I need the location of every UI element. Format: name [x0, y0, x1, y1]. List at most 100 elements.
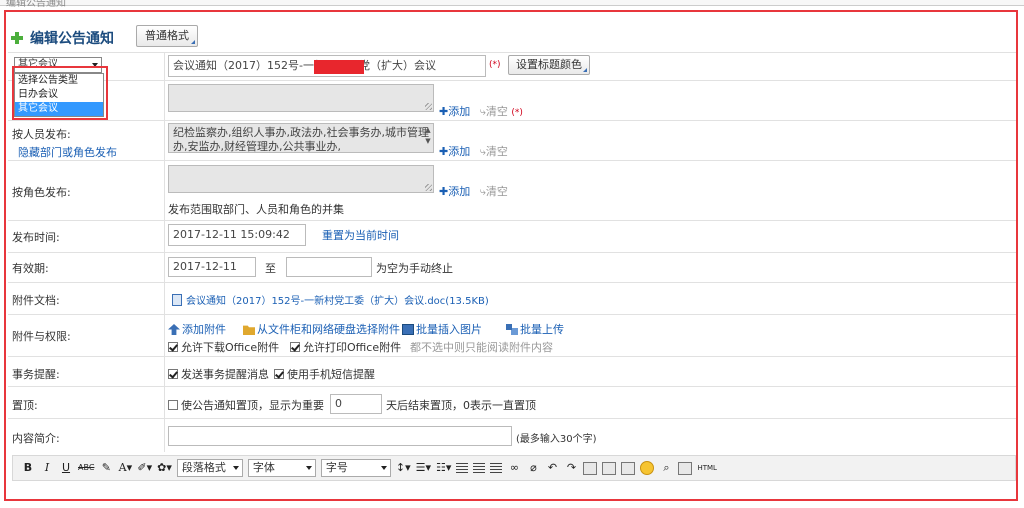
allow-download-checkbox[interactable]: 允许下载Office附件	[168, 339, 279, 355]
batch-upload-icon	[506, 324, 518, 335]
resize-grip[interactable]	[425, 103, 432, 110]
format-button[interactable]: 普通格式	[136, 25, 198, 47]
add-role-link[interactable]: ✚添加	[439, 185, 470, 198]
notice-type-select[interactable]: 其它会议	[14, 57, 102, 73]
title-text-tail: 党（扩大）会议	[358, 59, 436, 72]
bold-button[interactable]: B	[21, 458, 35, 478]
notice-type-value: 其它会议	[18, 59, 58, 70]
highlight-color-icon[interactable]: ✐▾	[137, 458, 152, 478]
hide-dept-role-link[interactable]: 隐藏部门或角色发布	[18, 144, 117, 160]
unlink-icon[interactable]: ⌀	[526, 458, 540, 478]
font-family-select[interactable]: 字体	[247, 459, 316, 477]
from-disk-button[interactable]: 从文件柜和网络硬盘选择附件	[243, 321, 400, 337]
redaction-mark	[314, 60, 364, 74]
top-crumb: 编辑公告通知	[6, 0, 66, 9]
checkbox-icon	[274, 369, 284, 379]
italic-button[interactable]: I	[40, 458, 54, 478]
to-label: 至	[265, 262, 276, 275]
undo-icon[interactable]: ↶	[545, 458, 559, 478]
checkbox-icon	[168, 400, 178, 410]
add-person-link[interactable]: ✚添加	[439, 145, 470, 158]
checkbox-icon	[168, 369, 178, 379]
editor-toolbar: B I U ABC ✎ A▾ ✐▾ ✿▾ 段落格式 字体 字号 ↕▾ ☰▾ ☷▾…	[12, 455, 1016, 481]
reminder-row	[8, 356, 1018, 386]
resize-grip[interactable]	[425, 184, 432, 191]
title-text: 会议通知（2017）152号-一新	[173, 59, 325, 72]
format-painter-icon[interactable]: ✿▾	[157, 458, 172, 478]
scroll-arrows-icon[interactable]: ▲ ▼	[424, 125, 432, 149]
word-doc-icon	[172, 294, 182, 306]
valid-period-row	[8, 252, 1018, 282]
notice-type-option[interactable]: 选择公告类型	[15, 74, 103, 88]
align-right-icon[interactable]	[490, 463, 503, 473]
summary-label: 内容简介:	[12, 432, 60, 445]
attachment-label: 附件文档:	[12, 294, 60, 307]
department-textarea[interactable]	[168, 84, 434, 112]
role-label: 按角色发布:	[12, 186, 71, 199]
valid-period-note: 为空为手动终止	[376, 262, 453, 275]
pin-days-input[interactable]: 0	[330, 394, 382, 414]
pin-checkbox[interactable]: 使公告通知置顶，显示为重要	[168, 397, 324, 413]
publish-time-input[interactable]: 2017-12-11 15:09:42	[168, 224, 306, 246]
summary-input[interactable]	[168, 426, 512, 446]
insert-media-icon[interactable]	[621, 461, 636, 475]
font-color-button[interactable]: A▾	[118, 458, 132, 478]
redo-icon[interactable]: ↷	[564, 458, 578, 478]
scope-note: 发布范围取部门、人员和角色的并集	[168, 203, 344, 216]
chevron-down-icon	[92, 63, 98, 67]
eraser-icon[interactable]: ✎	[99, 458, 113, 478]
attach-perm-label: 附件与权限:	[12, 330, 71, 343]
valid-period-label: 有效期:	[12, 262, 49, 275]
clear-department-link[interactable]: ⤷清空	[480, 105, 508, 118]
person-textarea[interactable]: 纪检监察办,组织人事办,政法办,社会事务办,城市管理办,安监办,财经管理办,公共…	[168, 123, 434, 153]
summary-note: (最多输入30个字)	[516, 434, 597, 445]
attachment-file-link[interactable]: 会议通知（2017）152号-一新村党工委（扩大）会议.doc(13.5KB)	[172, 292, 489, 307]
attachment-row	[8, 282, 1018, 314]
sms-checkbox[interactable]: 使用手机短信提醒	[274, 366, 375, 382]
insert-table-icon[interactable]	[602, 461, 617, 475]
publish-time-row	[8, 220, 1018, 252]
align-left-icon[interactable]	[456, 463, 469, 473]
notice-type-option[interactable]: 其它会议	[15, 102, 103, 116]
add-attachment-button[interactable]: 添加附件	[168, 321, 226, 337]
publish-time-label: 发布时间:	[12, 231, 60, 244]
allow-print-checkbox[interactable]: 允许打印Office附件	[290, 339, 401, 355]
plus-icon	[10, 31, 24, 45]
header: 编辑公告通知 普通格式	[10, 25, 198, 50]
clear-role-link[interactable]: ⤷清空	[480, 185, 508, 198]
send-message-checkbox[interactable]: 发送事务提醒消息	[168, 366, 269, 382]
clear-person-link[interactable]: ⤷清空	[480, 145, 508, 158]
page-title: 编辑公告通知	[30, 31, 114, 47]
link-icon[interactable]: ∞	[507, 458, 521, 478]
strikethrough-button[interactable]: ABC	[78, 458, 94, 478]
batch-image-button[interactable]: 批量插入图片	[402, 321, 482, 337]
align-center-icon[interactable]	[473, 463, 486, 473]
paragraph-format-select[interactable]: 段落格式	[176, 459, 243, 477]
checkbox-icon	[168, 342, 178, 352]
insert-image-icon[interactable]	[583, 461, 598, 475]
pin-label: 置顶:	[12, 399, 38, 412]
valid-start-input[interactable]: 2017-12-11	[168, 257, 256, 277]
unordered-list-icon[interactable]: ☷▾	[436, 458, 451, 478]
underline-button[interactable]: U	[59, 458, 73, 478]
folder-icon	[243, 325, 255, 335]
batch-upload-button[interactable]: 批量上传	[506, 321, 564, 337]
person-label: 按人员发布:	[12, 128, 71, 141]
image-icon	[402, 324, 414, 335]
search-icon[interactable]: ⌕	[659, 458, 673, 478]
preview-icon[interactable]	[678, 461, 693, 475]
ordered-list-icon[interactable]: ☰▾	[416, 458, 431, 478]
font-size-select[interactable]: 字号	[320, 459, 391, 477]
valid-end-input[interactable]	[286, 257, 372, 277]
role-textarea[interactable]	[168, 165, 434, 193]
add-department-link[interactable]: ✚添加	[439, 105, 470, 118]
line-height-icon[interactable]: ↕▾	[396, 458, 411, 478]
title-color-button[interactable]: 设置标题颜色	[508, 55, 590, 75]
reset-time-link[interactable]: 重置为当前时间	[322, 227, 399, 243]
notice-type-option[interactable]: 日办会议	[15, 88, 103, 102]
html-source-button[interactable]: HTML	[697, 458, 716, 478]
emoticon-icon[interactable]	[640, 461, 655, 475]
role-row	[8, 160, 1018, 220]
required-mark: (*)	[489, 60, 501, 70]
reminder-label: 事务提醒:	[12, 368, 60, 381]
